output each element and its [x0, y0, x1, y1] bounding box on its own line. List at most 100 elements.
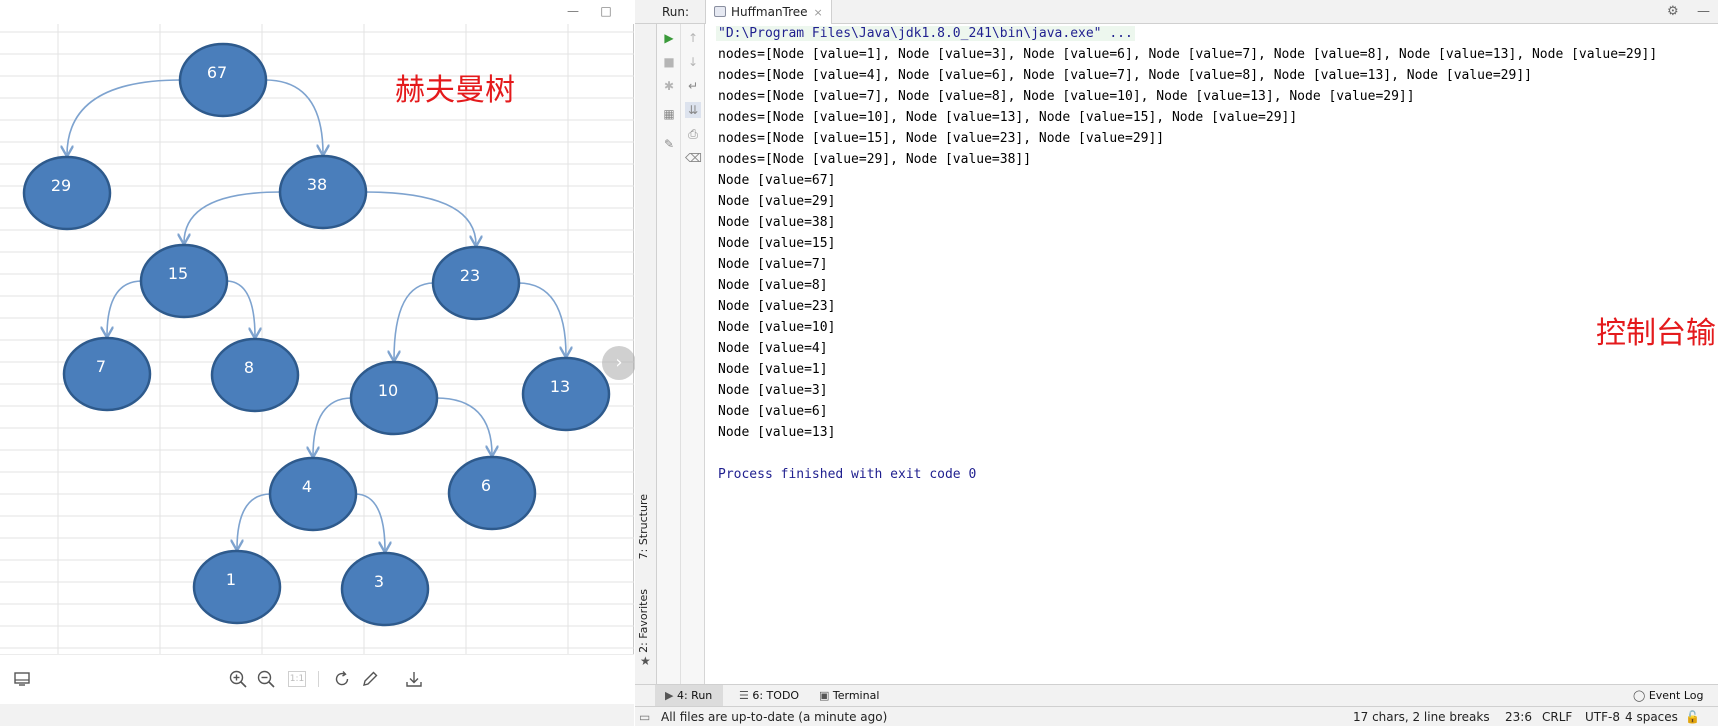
console-line: Node [value=10] — [718, 320, 836, 335]
file-encoding[interactable]: UTF-8 — [1585, 710, 1620, 724]
console-line: Node [value=38] — [718, 215, 836, 230]
status-bar: ▭ All files are up-to-date (a minute ago… — [635, 706, 1718, 726]
tree-node-label: 1 — [226, 570, 236, 589]
viewer-toolbar: 1:1 — [0, 654, 634, 704]
tree-node-label: 10 — [378, 381, 398, 400]
todo-list-icon: ☰ — [739, 689, 753, 702]
maximize-button[interactable]: □ — [598, 3, 614, 19]
structure-tool-button[interactable]: 7: Structure — [637, 494, 650, 559]
tree-node — [268, 456, 358, 532]
tree-node — [210, 337, 300, 413]
run-config-tab[interactable]: HuffmanTree × — [705, 0, 832, 24]
tab-run[interactable]: ▶ 4: Run — [655, 685, 723, 707]
download-icon[interactable] — [404, 669, 424, 689]
next-image-button[interactable]: › — [602, 346, 636, 380]
run-tab-icon: ▶ — [665, 689, 677, 702]
viewer-bottom-strip — [0, 704, 634, 726]
tab-event-log[interactable]: ◯ Event Log — [1633, 689, 1703, 702]
rotate-icon[interactable] — [332, 669, 352, 689]
console-line: Node [value=67] — [718, 173, 836, 188]
zoom-in-icon[interactable] — [228, 669, 248, 689]
caret-position[interactable]: 23:6 — [1505, 710, 1532, 724]
run-toolbar-secondary: ↑ ↓ ↵ ⇊ ⎙ ⌫ — [681, 24, 705, 684]
console-line: Process finished with exit code 0 — [718, 467, 977, 482]
ide-run-panel: Run: HuffmanTree × ⚙ — 7: Structure 2: Fa… — [635, 0, 1718, 726]
console-line: Node [value=7] — [718, 257, 828, 272]
console-line: Node [value=1] — [718, 362, 828, 377]
minimize-button[interactable]: — — [565, 3, 581, 19]
application-icon — [714, 6, 726, 17]
console-line: "D:\Program Files\Java\jdk1.8.0_241\bin\… — [716, 26, 1135, 41]
up-arrow-icon[interactable]: ↑ — [685, 30, 701, 46]
tree-edge — [237, 493, 271, 549]
image-viewer: — □ 67 29 38 15 23 7 8 10 13 4 6 1 3 赫夫曼树 › 1:1 — [0, 0, 636, 726]
edit-icon[interactable] — [360, 669, 380, 689]
favorites-tool-button[interactable]: 2: Favorites — [637, 589, 650, 653]
console-line: Node [value=29] — [718, 194, 836, 209]
screen-icon[interactable] — [12, 669, 32, 689]
tab-todo[interactable]: ☰ 6: TODO — [739, 689, 799, 702]
tree-edge — [67, 79, 181, 155]
tab-todo-label: 6: TODO — [752, 689, 800, 702]
console-line: Node [value=6] — [718, 404, 828, 419]
settings-icon[interactable]: ⚙ — [1667, 4, 1679, 19]
tab-terminal-label: Terminal — [832, 689, 880, 702]
console-line: nodes=[Node [value=1], Node [value=3], N… — [718, 47, 1658, 62]
tree-node-label: 38 — [307, 175, 327, 194]
tree-node-label: 67 — [207, 63, 227, 82]
console-output[interactable]: "D:\Program Files\Java\jdk1.8.0_241\bin\… — [706, 24, 1718, 684]
down-arrow-icon[interactable]: ↓ — [685, 54, 701, 70]
lock-icon[interactable]: 🔓 — [1685, 710, 1700, 724]
console-line: Node [value=13] — [718, 425, 836, 440]
trash-icon[interactable]: ⌫ — [685, 150, 702, 166]
tree-title-annotation: 赫夫曼树 — [395, 73, 515, 108]
tree-edge — [436, 397, 492, 455]
toolbar-divider — [318, 671, 319, 687]
tab-run-label: 4: Run — [676, 689, 713, 702]
run-tool-window-header: Run: HuffmanTree × ⚙ — — [635, 0, 1718, 24]
indent-setting[interactable]: 4 spaces — [1625, 710, 1678, 724]
tree-node-label: 3 — [374, 572, 384, 591]
tree-node-label: 6 — [481, 476, 491, 495]
console-line: nodes=[Node [value=4], Node [value=6], N… — [718, 68, 1532, 83]
tree-edge — [394, 282, 434, 360]
scroll-to-end-icon[interactable]: ⇊ — [685, 102, 701, 118]
console-line: Node [value=4] — [718, 341, 828, 356]
tree-node — [340, 551, 430, 627]
soft-wrap-icon[interactable]: ↵ — [685, 78, 701, 94]
console-line: Node [value=23] — [718, 299, 836, 314]
tree-node — [192, 549, 282, 625]
console-annotation: 控制台输出结果与手动构建的赫夫曼树一致，yes! — [1596, 316, 1718, 351]
pin-icon[interactable]: ✎ — [661, 136, 677, 152]
hide-panel-icon[interactable]: — — [1697, 4, 1710, 19]
bottom-tool-tabs: ▶ 4: Run ☰ 6: TODO ▣ Terminal ◯ Event Lo… — [635, 684, 1718, 707]
actual-size-badge[interactable]: 1:1 — [288, 671, 306, 687]
stop-icon[interactable]: ■ — [661, 54, 677, 70]
tree-node-label: 8 — [244, 358, 254, 377]
zoom-out-icon[interactable] — [256, 669, 276, 689]
tree-edge — [226, 280, 255, 337]
tab-terminal[interactable]: ▣ Terminal — [819, 689, 879, 702]
selection-info: 17 chars, 2 line breaks — [1353, 710, 1490, 724]
tab-event-log-label: Event Log — [1648, 689, 1704, 702]
debug-icon[interactable]: ✱ — [661, 78, 677, 94]
favorites-star-icon: ★ — [640, 654, 651, 668]
console-line: nodes=[Node [value=10], Node [value=13],… — [718, 110, 1298, 125]
tree-node-label: 7 — [96, 357, 106, 376]
run-toolbar-primary: ▶ ■ ✱ ▦ ✎ — [657, 24, 681, 684]
console-line: Node [value=8] — [718, 278, 828, 293]
print-icon[interactable]: ⎙ — [685, 126, 701, 142]
terminal-icon: ▣ — [819, 689, 833, 702]
console-line: Node [value=15] — [718, 236, 836, 251]
line-separator[interactable]: CRLF — [1542, 710, 1572, 724]
tab-close-icon[interactable]: × — [814, 6, 823, 19]
status-panel-icon[interactable]: ▭ — [639, 710, 650, 724]
run-config-tab-label: HuffmanTree — [731, 5, 808, 19]
huffman-tree-image: 6729 3815 237 810 134 61 3 赫夫曼树 — [0, 24, 634, 654]
rerun-icon[interactable]: ▶ — [661, 30, 677, 46]
event-log-icon: ◯ — [1633, 689, 1649, 702]
tree-node-label: 13 — [550, 377, 570, 396]
tree-edge — [313, 397, 352, 456]
layout-icon[interactable]: ▦ — [661, 106, 677, 122]
viewer-titlebar: — □ — [0, 0, 634, 24]
